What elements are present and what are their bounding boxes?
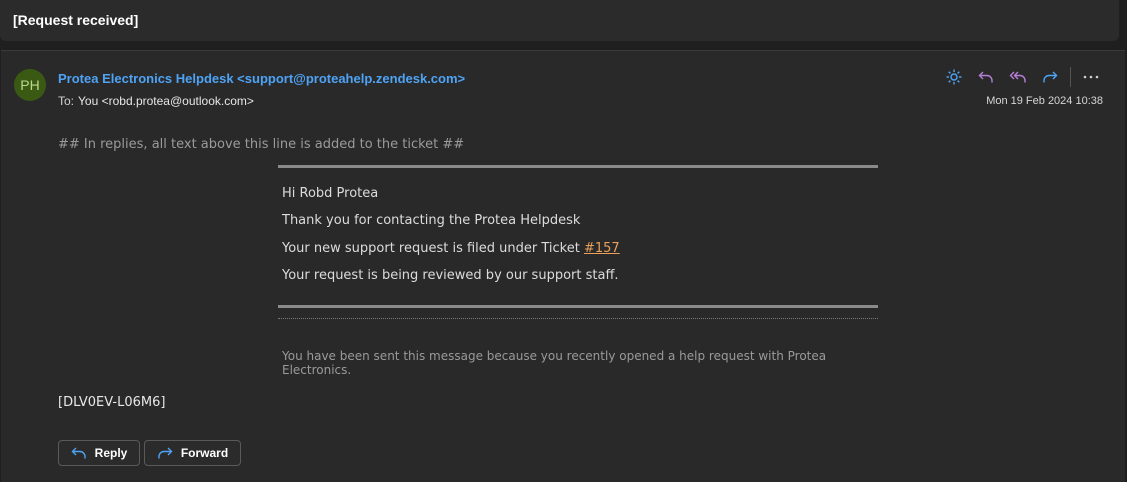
ticket-prefix: Your new support request is filed under … (282, 241, 584, 256)
message-pane: PH Protea Electronics Helpdesk <support@… (1, 50, 1125, 482)
forward-button-label: Forward (180, 446, 229, 460)
forward-icon[interactable] (1034, 67, 1066, 87)
reply-delimiter: ## In replies, all text above this line … (58, 137, 465, 152)
reference-code: [DLV0EV-L06M6] (58, 395, 166, 410)
email-subject: [Request received] (13, 12, 139, 28)
actions-divider (1070, 67, 1071, 87)
sender-name[interactable]: Protea Electronics Helpdesk <support@pro… (58, 71, 465, 86)
avatar[interactable]: PH (14, 69, 46, 101)
reply-all-icon[interactable] (1002, 67, 1034, 87)
to-label: To: (58, 94, 75, 108)
ticket-link[interactable]: #157 (584, 241, 620, 256)
message-actions (938, 67, 1107, 87)
reply-button[interactable]: Reply (58, 440, 140, 466)
reply-button-label: Reply (94, 446, 128, 460)
more-icon[interactable] (1075, 67, 1107, 87)
dotted-divider (278, 318, 878, 319)
recipient-line: To: You <robd.protea@outlook.com> (58, 94, 254, 108)
content-divider-bottom (278, 305, 878, 308)
ticket-line: Your new support request is filed under … (282, 241, 620, 256)
review-text: Your request is being reviewed by our su… (282, 268, 619, 283)
thanks-text: Thank you for contacting the Protea Help… (282, 213, 581, 228)
message-date: Mon 19 Feb 2024 10:38 (986, 95, 1103, 107)
recipient-value[interactable]: You <robd.protea@outlook.com> (78, 94, 254, 108)
sun-icon[interactable] (938, 67, 970, 87)
footer-note: You have been sent this message because … (282, 349, 827, 377)
greeting-text: Hi Robd Protea (282, 186, 379, 201)
content-divider-top (278, 165, 878, 168)
reply-icon[interactable] (970, 67, 1002, 87)
forward-button[interactable]: Forward (144, 440, 241, 466)
forward-button-icon (157, 446, 173, 460)
reply-button-icon (71, 446, 87, 460)
subject-bar: [Request received] (0, 0, 1119, 41)
